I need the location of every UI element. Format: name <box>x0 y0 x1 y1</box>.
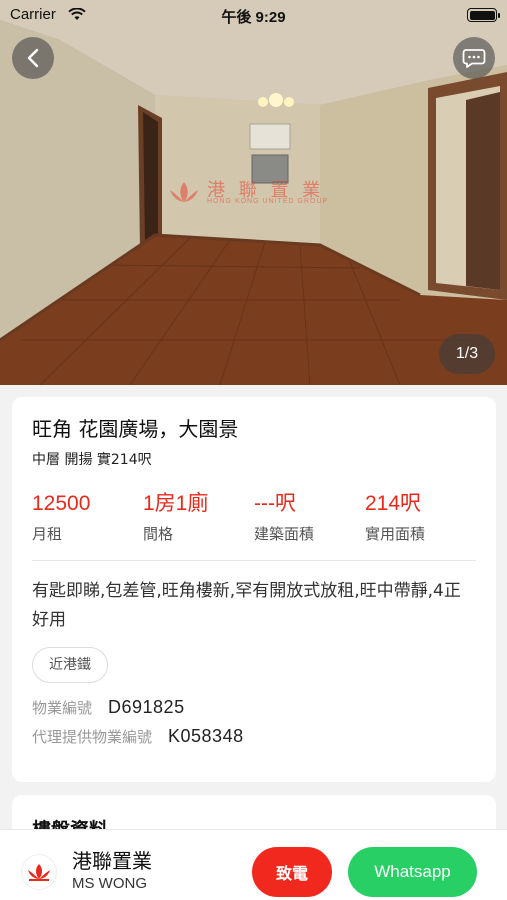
battery-icon <box>467 8 500 22</box>
stat-gross-area: ---呎 建築面積 <box>254 491 365 544</box>
property-number-value: D691825 <box>108 697 185 717</box>
listing-details-card: 旺角 花園廣場，大園景 中層 開揚 實214呎 12500 月租 1房1廁 間格… <box>12 397 496 782</box>
status-bar: Carrier 午後 9:29 <box>0 0 507 30</box>
stat-value: 1房1廁 <box>143 492 209 515</box>
stat-label: 建築面積 <box>254 525 315 543</box>
agent-ref-value: K058348 <box>168 726 244 746</box>
agent-company-name: 港聯置業 <box>72 849 152 873</box>
stat-value: 12500 <box>32 492 91 515</box>
back-button[interactable] <box>12 37 54 79</box>
property-number-label: 物業編號 <box>32 699 93 717</box>
agent-person-name: MS WONG <box>72 875 147 892</box>
feature-tag: 近港鐵 <box>32 647 108 683</box>
chat-button[interactable] <box>453 37 495 79</box>
stat-value: 214呎 <box>365 492 422 515</box>
agent-ref-row: 代理提供物業編號 K058348 <box>32 726 476 747</box>
stats-row: 12500 月租 1房1廁 間格 ---呎 建築面積 214呎 實用面積 <box>32 491 476 544</box>
stat-value: ---呎 <box>254 492 296 515</box>
stat-saleable-area: 214呎 實用面積 <box>365 491 476 544</box>
call-button[interactable]: 致電 <box>252 847 332 897</box>
whatsapp-button[interactable]: Whatsapp <box>348 847 477 897</box>
agent-ref-label: 代理提供物業編號 <box>32 728 153 746</box>
photo-counter: 1/3 <box>439 334 495 374</box>
lotus-logo-icon <box>28 864 50 881</box>
listing-title: 旺角 花園廣場，大園景 <box>32 417 239 441</box>
property-photo[interactable]: 港 聯 置 業 HONG KONG UNITED GROUP <box>0 0 507 385</box>
property-number-row: 物業編號 D691825 <box>32 697 476 718</box>
stat-label: 實用面積 <box>365 525 426 543</box>
watermark-lotus-icon <box>170 182 198 202</box>
stat-label: 月租 <box>32 525 63 543</box>
agent-logo[interactable] <box>22 855 56 889</box>
clock: 午後 9:29 <box>221 9 286 26</box>
chat-bubble-icon <box>462 49 486 68</box>
stat-rent: 12500 月租 <box>32 491 143 544</box>
chevron-left-icon <box>27 48 39 68</box>
stat-layout: 1房1廁 間格 <box>143 491 254 544</box>
stat-label: 間格 <box>143 525 174 543</box>
divider <box>32 560 476 561</box>
listing-description: 有匙即睇,包差管,旺角樓新,罕有開放式放租,旺中帶靜,4正好用 <box>32 581 461 630</box>
agent-contact-bar: 港聯置業 MS WONG 致電 Whatsapp <box>0 829 507 900</box>
listing-subtitle: 中層 開揚 實214呎 <box>32 452 152 468</box>
watermark-text-en: HONG KONG UNITED GROUP <box>207 198 329 205</box>
watermark-logo: 港 聯 置 業 HONG KONG UNITED GROUP <box>165 176 355 212</box>
